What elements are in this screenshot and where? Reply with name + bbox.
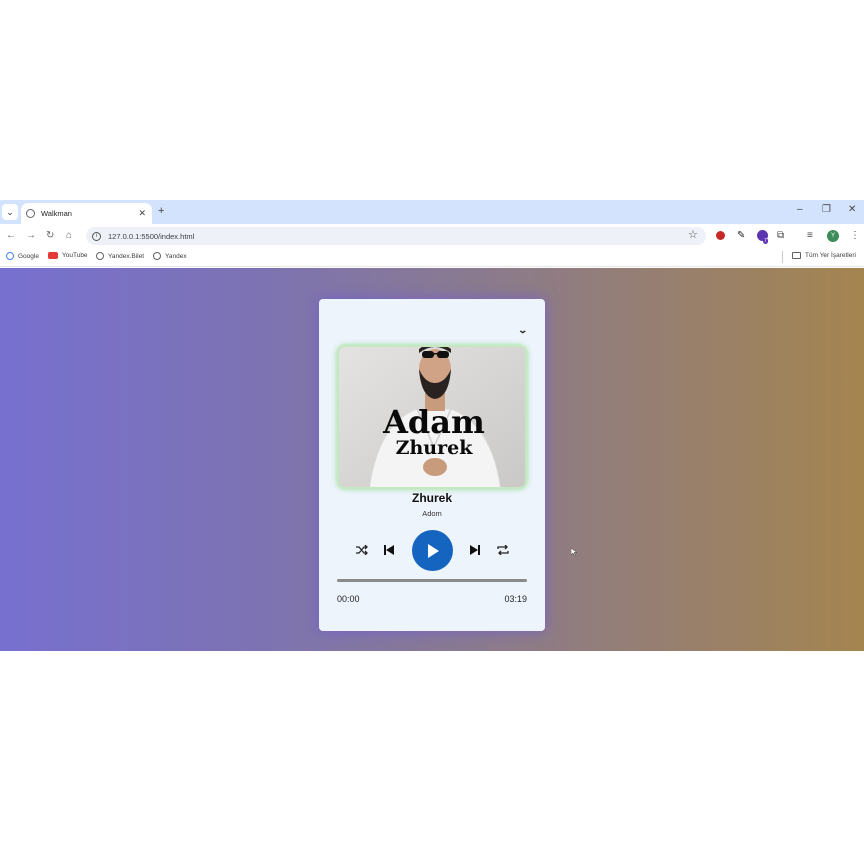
google-icon [6,252,14,260]
minimize-icon[interactable]: – [797,204,803,215]
extension-badge: 7 [763,238,768,244]
reload-icon[interactable]: ↻ [46,230,54,241]
page-background: ⌄ Adam Zhurek Zhurek Adom 00:00 03:19 [0,268,864,651]
bookmark-youtube[interactable]: YouTube [48,252,88,259]
shuffle-icon[interactable] [355,544,369,556]
album-cover: Adam Zhurek [337,345,527,489]
new-tab-button[interactable]: + [158,205,164,217]
duration-time: 03:19 [504,594,527,604]
bookmark-star-icon[interactable]: ☆ [688,228,698,241]
youtube-icon [48,252,58,259]
bookmark-label: Yandex.Bilet [108,252,145,260]
menu-kebab-icon[interactable]: ⋮ [850,230,860,241]
extension-red-icon[interactable] [716,231,725,240]
bookmark-label: Yandex [165,252,187,260]
tab-search-button[interactable]: ⌄ [2,204,18,220]
reading-list-icon[interactable]: ≡ [807,230,813,241]
all-bookmarks-folder[interactable]: Tüm Yer İşaretleri [792,252,856,259]
bookmark-yandex[interactable]: Yandex [153,252,187,260]
globe-icon [153,252,161,260]
bookmark-label: Google [18,252,39,260]
bookmarks-divider [782,251,783,263]
address-bar[interactable]: i 127.0.0.1:5500/index.html ☆ [86,227,706,245]
forward-icon[interactable]: → [26,230,36,241]
all-bookmarks-label: Tüm Yer İşaretleri [805,252,856,259]
artist-photo: Adam Zhurek [339,347,525,487]
cover-title-line1: Adam [382,403,485,441]
globe-icon [96,252,104,260]
extensions-puzzle-icon[interactable]: ⧉ [777,230,784,241]
close-tab-icon[interactable]: ✕ [138,208,146,219]
bookmark-label: YouTube [62,252,88,259]
close-window-icon[interactable]: ✕ [848,204,856,215]
tab-title: Walkman [41,209,72,218]
site-info-icon[interactable]: i [92,231,101,241]
play-icon [427,543,439,558]
mouse-cursor-icon [571,548,577,556]
repeat-icon[interactable] [496,544,509,556]
bookmark-yandex-bilet[interactable]: Yandex.Bilet [96,252,144,260]
next-icon[interactable] [469,544,481,556]
current-time: 00:00 [337,594,360,604]
song-title: Zhurek [411,491,452,505]
home-icon[interactable]: ⌂ [66,230,72,241]
back-icon[interactable]: ← [6,230,16,241]
chevron-down-icon[interactable]: ⌄ [517,325,528,336]
previous-icon[interactable] [383,544,395,556]
globe-icon [26,209,35,218]
song-artist: Adom [422,509,442,518]
folder-icon [792,252,801,259]
cover-title-line2: Zhurek [396,437,474,459]
bookmarks-bar: Google YouTube Yandex.Bilet Yandex Tüm Y… [0,248,864,267]
restore-icon[interactable]: ❐ [822,204,831,215]
toolbar: ← → ↻ ⌂ i 127.0.0.1:5500/index.html ☆ ✎ … [0,224,864,248]
profile-avatar[interactable]: Y [827,230,839,242]
bookmark-google[interactable]: Google [6,252,39,260]
url-text: 127.0.0.1:5500/index.html [108,231,195,241]
browser-window: ⌄ Walkman ✕ + – ❐ ✕ ← → ↻ ⌂ i 127.0.0.1:… [0,200,864,651]
music-player-card: ⌄ Adam Zhurek Zhurek Adom 00:00 03:19 [319,299,545,631]
tab-strip: ⌄ Walkman ✕ + – ❐ ✕ [0,200,864,224]
tab-walkman[interactable]: Walkman ✕ [21,203,152,224]
progress-bar[interactable] [337,579,527,582]
play-button[interactable] [412,530,453,571]
eyedropper-icon[interactable]: ✎ [737,230,745,241]
